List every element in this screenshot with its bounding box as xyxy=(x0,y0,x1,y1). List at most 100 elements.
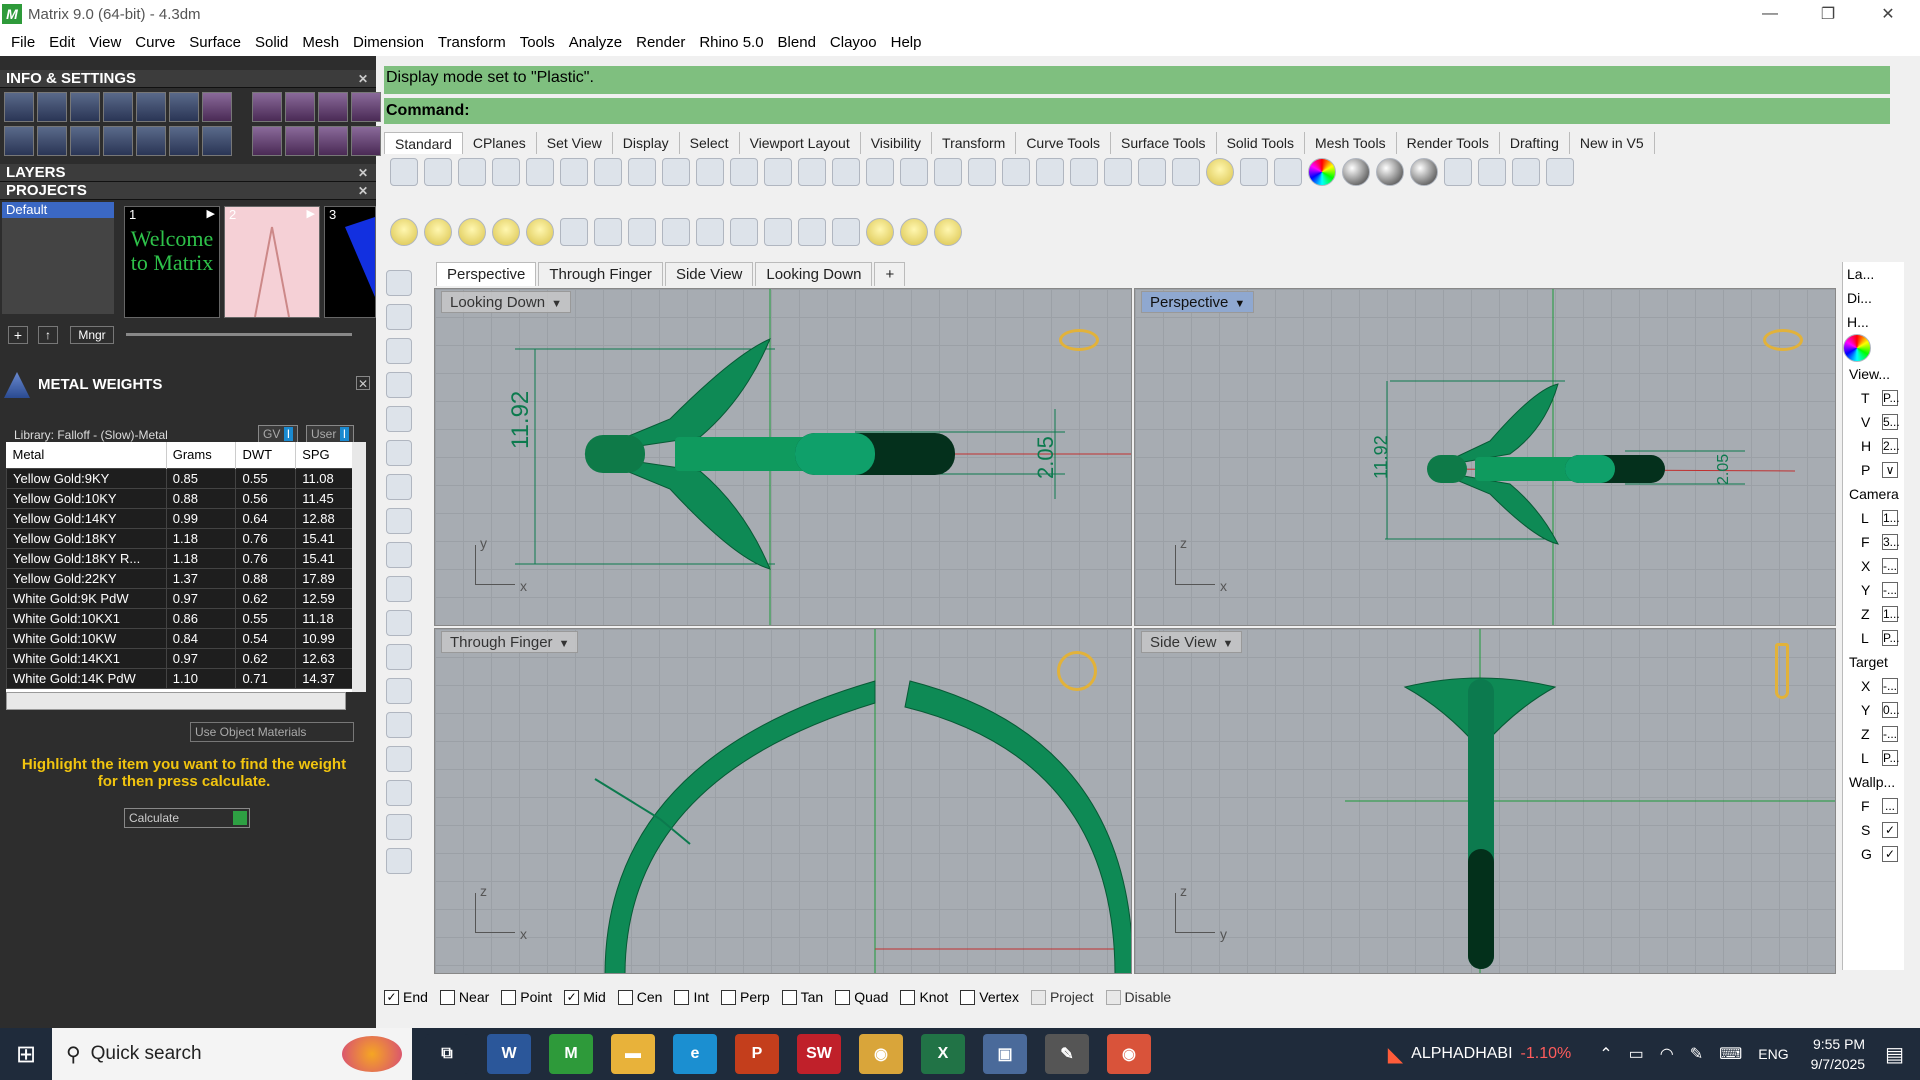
toolbar-tab-visibility[interactable]: Visibility xyxy=(861,132,933,154)
notifications-icon[interactable]: ▤ xyxy=(1885,1042,1904,1067)
table-row[interactable]: Yellow Gold:9KY 0.85 0.55 11.08 xyxy=(6,467,356,489)
save-icon[interactable] xyxy=(458,158,486,186)
point-icon[interactable] xyxy=(1138,158,1166,186)
ring-view-icon[interactable] xyxy=(1763,329,1803,351)
menu-surface[interactable]: Surface xyxy=(182,34,248,51)
battery-icon[interactable]: ▭ xyxy=(1629,1044,1644,1064)
lock-selected-icon[interactable] xyxy=(662,218,690,246)
box-icon[interactable] xyxy=(103,92,133,122)
osnap-checkbox[interactable] xyxy=(1105,989,1121,1005)
minimize-button[interactable]: — xyxy=(1746,0,1794,28)
view-row[interactable]: T P... xyxy=(1843,386,1904,410)
view-row[interactable]: V 5... xyxy=(1843,410,1904,434)
toolbar-tab-set-view[interactable]: Set View xyxy=(537,132,613,154)
table-row[interactable]: Yellow Gold:18KY 1.18 0.76 15.41 xyxy=(6,527,356,549)
menu-dimension[interactable]: Dimension xyxy=(346,34,431,51)
target-row[interactable]: Z -... xyxy=(1843,722,1904,746)
osnap-cen[interactable]: Cen xyxy=(617,989,662,1005)
toolbar-tab-curve-tools[interactable]: Curve Tools xyxy=(1016,132,1111,154)
osnap-vertex[interactable]: Vertex xyxy=(960,989,1019,1005)
fillet-icon[interactable] xyxy=(386,644,412,670)
print-icon[interactable] xyxy=(492,158,520,186)
camera-row[interactable]: L P... xyxy=(1843,626,1904,650)
command-prompt[interactable]: Command: xyxy=(384,98,1890,124)
close-icon[interactable]: ✕ xyxy=(356,184,370,198)
snap-icon[interactable] xyxy=(1104,158,1132,186)
light-icon[interactable] xyxy=(1206,158,1234,186)
color-icon[interactable] xyxy=(1308,158,1336,186)
search-icon[interactable] xyxy=(37,92,67,122)
cube-icon[interactable] xyxy=(202,92,232,122)
dimension-icon[interactable] xyxy=(386,576,412,602)
osnap-checkbox[interactable] xyxy=(900,989,916,1005)
render-sphere-icon[interactable] xyxy=(1342,158,1370,186)
document-icon[interactable] xyxy=(136,92,166,122)
dropdown-icon[interactable]: ▼ xyxy=(1222,638,1233,650)
camera-value[interactable]: 3... xyxy=(1882,534,1900,550)
osnap-end[interactable]: ✓ End xyxy=(384,989,428,1005)
projects-slider[interactable] xyxy=(126,333,352,336)
grid-icon[interactable] xyxy=(285,92,315,122)
viewport-through-finger[interactable]: Through Finger ▼ zx xyxy=(434,628,1132,974)
osnap-checkbox[interactable] xyxy=(781,989,797,1005)
zoom-selected-icon[interactable] xyxy=(866,158,894,186)
viewport-label-looking-down[interactable]: Looking Down ▼ xyxy=(441,291,571,313)
toolbar-tab-drafting[interactable]: Drafting xyxy=(1500,132,1570,154)
tool-icon[interactable]: ✎ xyxy=(1045,1034,1089,1074)
cylinder-icon[interactable] xyxy=(103,126,133,156)
osnap-int[interactable]: Int xyxy=(674,989,709,1005)
toolbar-tab-mesh-tools[interactable]: Mesh Tools xyxy=(1305,132,1397,154)
osnap-checkbox[interactable] xyxy=(960,989,976,1005)
wallp-row[interactable]: S ✓ xyxy=(1843,818,1904,842)
viewport-perspective[interactable]: Perspective ▼ 11.92 2.05 zx xyxy=(1134,288,1836,626)
table-row[interactable]: White Gold:14K PdW 1.10 0.71 14.37 xyxy=(6,667,356,689)
viewport-tab-perspective[interactable]: Perspective xyxy=(436,262,537,286)
osnap-near[interactable]: Near xyxy=(439,989,489,1005)
render-icon[interactable] xyxy=(351,92,381,122)
play-icon[interactable]: ▶ xyxy=(207,207,215,220)
project-thumb-1[interactable]: 1 ▶ Welcome to Matrix xyxy=(124,206,220,318)
ring-side-icon[interactable] xyxy=(1775,643,1789,699)
panel-tab-1[interactable]: Di... xyxy=(1843,286,1904,310)
toolbar-tab-display[interactable]: Display xyxy=(613,132,680,154)
mngr-button[interactable]: Mngr xyxy=(70,326,114,344)
unlock-icon[interactable] xyxy=(594,218,622,246)
table-row[interactable]: White Gold:14KX1 0.97 0.62 12.63 xyxy=(6,647,356,669)
windows-icon[interactable] xyxy=(4,126,34,156)
target-value[interactable]: -... xyxy=(1882,726,1898,742)
camera-value[interactable]: 1... xyxy=(1882,606,1900,622)
edge-icon[interactable]: e xyxy=(673,1034,717,1074)
ring-view-icon[interactable] xyxy=(1059,329,1099,351)
grid-icon[interactable] xyxy=(968,158,996,186)
paint-icon[interactable] xyxy=(386,848,412,874)
project-item-default[interactable]: Default xyxy=(2,202,114,218)
menu-curve[interactable]: Curve xyxy=(128,34,182,51)
col-grams[interactable]: Grams xyxy=(166,442,237,468)
surface-icon[interactable] xyxy=(386,440,412,466)
keyboard-icon[interactable]: ⌨ xyxy=(1719,1044,1742,1064)
move-icon[interactable] xyxy=(730,158,758,186)
menu-blend[interactable]: Blend xyxy=(771,34,823,51)
shaded-sphere-icon[interactable] xyxy=(1376,158,1404,186)
stock-widget[interactable]: ◣ ALPHADHABI -1.10% xyxy=(1388,1042,1571,1067)
taskbar-search[interactable]: ⚲ Quick search xyxy=(52,1028,412,1080)
zoom-window-icon[interactable] xyxy=(798,158,826,186)
target-row[interactable]: Y 0... xyxy=(1843,698,1904,722)
layers-header[interactable]: LAYERS ✕ xyxy=(0,164,376,182)
layer-icon[interactable] xyxy=(1274,158,1302,186)
osnap-tan[interactable]: Tan xyxy=(781,989,823,1005)
hide-icon[interactable] xyxy=(458,218,486,246)
clock[interactable]: 9:55 PM 9/7/2025 xyxy=(1811,1034,1866,1074)
osnap-checkbox[interactable] xyxy=(617,989,633,1005)
viewport-label-perspective[interactable]: Perspective ▼ xyxy=(1141,291,1255,313)
dropdown-icon[interactable]: ▼ xyxy=(551,298,562,310)
table-row[interactable]: White Gold:10KX1 0.86 0.55 11.18 xyxy=(6,607,356,629)
solidworks-icon[interactable]: SW xyxy=(797,1034,841,1074)
projects-list[interactable]: Default xyxy=(2,202,114,314)
close-icon[interactable]: ✕ xyxy=(356,166,370,180)
table-row[interactable]: Yellow Gold:14KY 0.99 0.64 12.88 xyxy=(6,507,356,529)
ghosted-sphere-icon[interactable] xyxy=(1410,158,1438,186)
osnap-checkbox[interactable]: ✓ xyxy=(564,989,580,1005)
wallp-value[interactable]: ... xyxy=(1882,798,1898,814)
rotate-view-icon[interactable] xyxy=(900,158,928,186)
